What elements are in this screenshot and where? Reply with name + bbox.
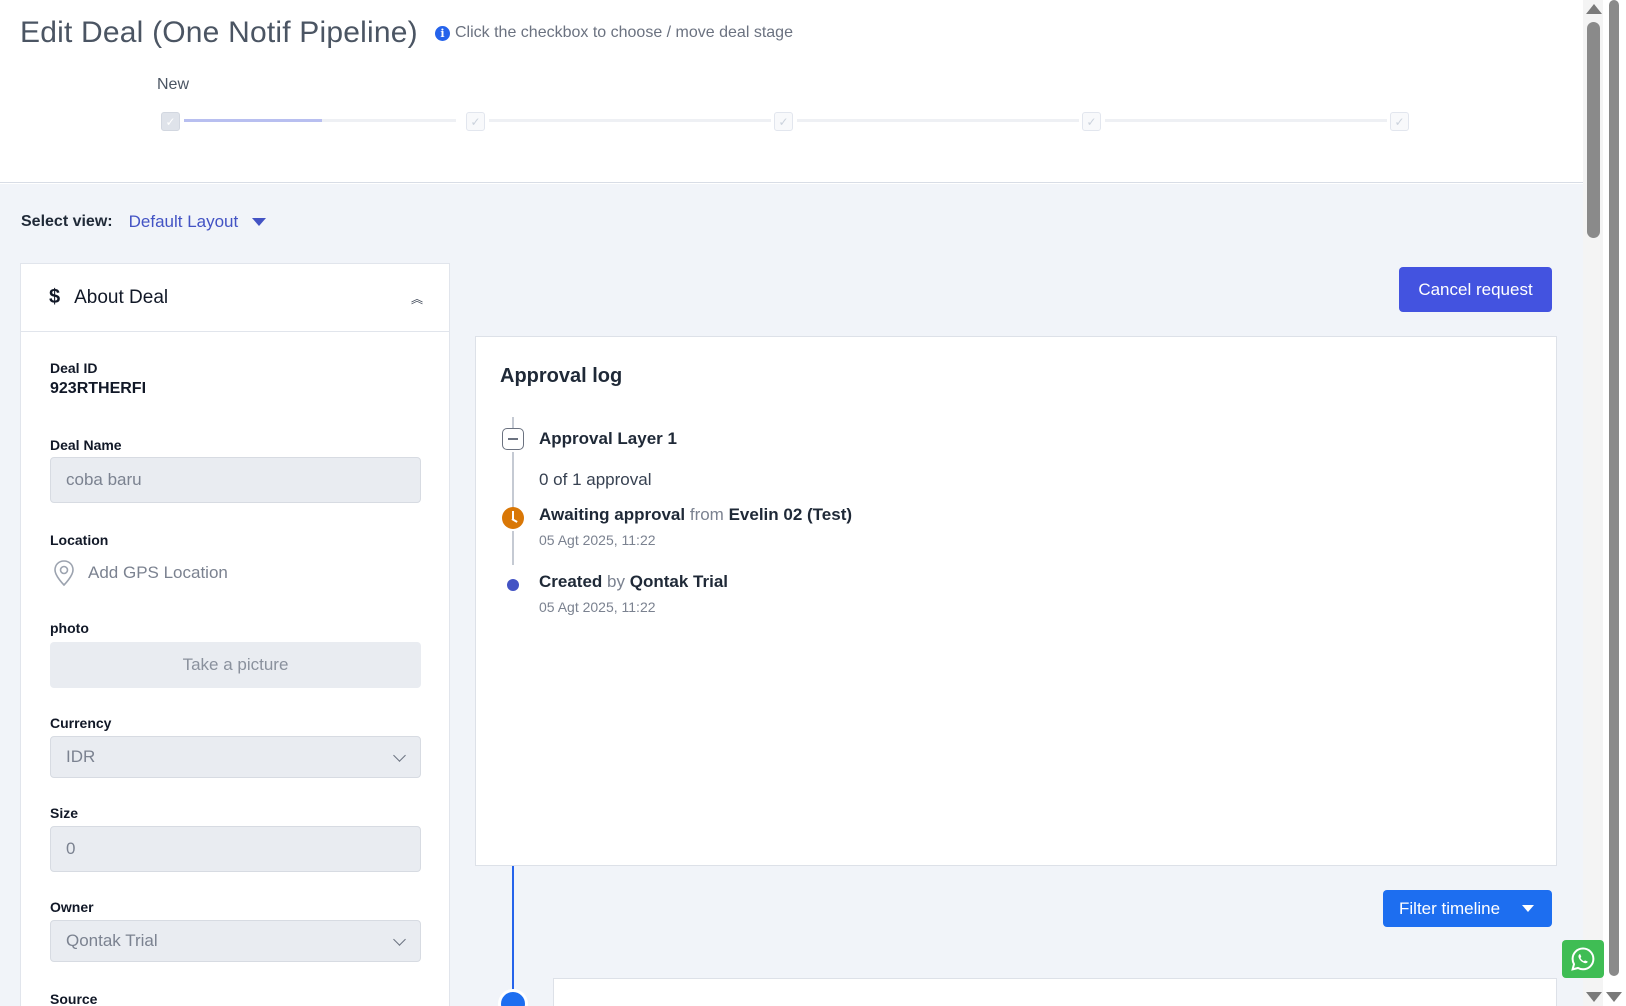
owner-label: Owner	[50, 899, 94, 915]
outer-scroll-down-arrow-icon[interactable]	[1606, 992, 1622, 1002]
entry-status: Awaiting approval	[539, 505, 686, 524]
whatsapp-button[interactable]	[1562, 940, 1604, 978]
filter-timeline-label: Filter timeline	[1399, 898, 1501, 918]
stage-progress-line-3	[797, 119, 1079, 122]
about-deal-header[interactable]: $ About Deal ︽	[21, 264, 449, 332]
collapse-layer-icon[interactable]	[502, 428, 524, 450]
deal-id-value: 923RTHERFI	[50, 380, 147, 397]
timeline-activity-card	[553, 978, 1557, 1006]
scrollbar-thumb[interactable]	[1587, 22, 1600, 238]
content-area: Select view: Default Layout $ About Deal…	[0, 184, 1583, 1006]
size-label: Size	[50, 805, 79, 821]
stage-checkbox-4[interactable]: ✓	[1082, 112, 1101, 131]
approval-log-title: Approval log	[500, 365, 623, 387]
chevron-down-icon	[393, 749, 406, 762]
stage-checkbox-5[interactable]: ✓	[1390, 112, 1409, 131]
add-gps-location-button[interactable]: Add GPS Location	[52, 559, 228, 587]
chevron-down-icon	[393, 933, 406, 946]
approval-entry-awaiting: Awaiting approval from Evelin 02 (Test)	[539, 505, 852, 525]
stage-progress-line-1	[184, 119, 456, 122]
entry-timestamp: 05 Agt 2025, 11:22	[539, 599, 656, 615]
select-view: Select view: Default Layout	[21, 212, 267, 232]
info-icon: i	[435, 25, 450, 41]
timeline-connector	[512, 452, 514, 508]
approval-layer-count: 0 of 1 approval	[539, 470, 652, 489]
deal-name-label: Deal Name	[50, 437, 122, 453]
size-input[interactable]: 0	[50, 826, 421, 872]
take-picture-button[interactable]: Take a picture	[50, 642, 421, 688]
entry-actor: Qontak Trial	[629, 572, 728, 591]
layout-dropdown-value: Default Layout	[128, 212, 239, 231]
currency-value: IDR	[66, 747, 96, 766]
owner-value: Qontak Trial	[66, 931, 158, 950]
entry-status: Created	[539, 572, 603, 591]
source-label: Source	[50, 991, 98, 1006]
caret-down-icon	[252, 218, 267, 226]
clock-icon	[502, 507, 524, 529]
stage-hint-text: Click the checkbox to choose / move deal…	[455, 24, 793, 41]
stage-checkbox-1[interactable]: ✓	[161, 112, 180, 131]
stage-label-new: New	[157, 76, 190, 93]
owner-select[interactable]: Qontak Trial	[50, 920, 421, 962]
approval-layer-title: Approval Layer 1	[539, 429, 677, 448]
cancel-request-button[interactable]: Cancel request	[1399, 267, 1552, 312]
add-gps-location-text: Add GPS Location	[88, 563, 228, 582]
outer-scrollbar-thumb[interactable]	[1609, 0, 1619, 976]
collapse-chevron-icon[interactable]: ︽	[411, 290, 423, 307]
about-deal-title: About Deal	[74, 286, 169, 308]
deal-name-input[interactable]: coba baru	[50, 457, 421, 503]
timeline-node-icon	[498, 989, 528, 1006]
timeline-connector	[512, 531, 514, 565]
approval-log-card: Approval log Approval Layer 1 0 of 1 app…	[475, 336, 1557, 866]
created-dot-icon	[507, 579, 519, 591]
location-pin-icon	[54, 560, 74, 587]
page-title: Edit Deal (One Notif Pipeline)	[20, 16, 418, 49]
currency-select[interactable]: IDR	[50, 736, 421, 778]
deal-name-value: coba baru	[66, 470, 142, 489]
about-deal-panel: $ About Deal ︽ Deal ID 923RTHERFI Deal N…	[20, 263, 450, 1006]
select-view-label: Select view:	[21, 213, 113, 230]
stage-checkbox-2[interactable]: ✓	[466, 112, 485, 131]
photo-label: photo	[50, 620, 89, 636]
stage-progress-line-2	[489, 119, 771, 122]
filter-timeline-button[interactable]: Filter timeline	[1383, 890, 1552, 927]
layout-dropdown[interactable]: Default Layout	[129, 212, 267, 232]
whatsapp-icon	[1571, 947, 1595, 971]
stage-hint: i Click the checkbox to choose / move de…	[435, 24, 793, 42]
activity-timeline-line	[512, 866, 514, 1006]
page-header: Edit Deal (One Notif Pipeline) i Click t…	[0, 0, 1583, 183]
size-value: 0	[66, 839, 76, 858]
caret-down-icon	[1522, 905, 1535, 912]
entry-actor: Evelin 02 (Test)	[728, 505, 853, 524]
approval-entry-created: Created by Qontak Trial	[539, 572, 728, 592]
location-label: Location	[50, 532, 109, 548]
stage-checkbox-3[interactable]: ✓	[774, 112, 793, 131]
stage-progress-line-4	[1105, 119, 1387, 122]
entry-connector: by	[607, 572, 626, 591]
currency-label: Currency	[50, 715, 112, 731]
scroll-down-arrow-icon[interactable]	[1586, 992, 1602, 1002]
scroll-up-arrow-icon[interactable]	[1586, 4, 1602, 14]
entry-timestamp: 05 Agt 2025, 11:22	[539, 532, 656, 548]
dollar-icon: $	[49, 286, 61, 308]
deal-id-label: Deal ID	[50, 360, 98, 376]
entry-connector: from	[689, 505, 724, 524]
